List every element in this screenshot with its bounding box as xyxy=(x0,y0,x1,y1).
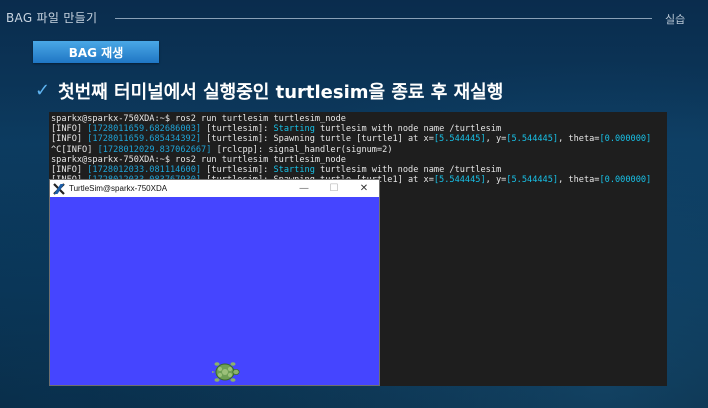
terminal-line: ^C[INFO] [1728012029.837062667] [rclcpp]… xyxy=(51,145,665,155)
terminal-segment: [turtlesim]: xyxy=(201,165,274,176)
turtlesim-titlebar[interactable]: TurtleSim@sparkx-750XDA — ☐ ✕ xyxy=(50,180,379,197)
terminal-line: [INFO] [1728012033.081114600] [turtlesim… xyxy=(51,165,665,175)
maximize-button[interactable]: ☐ xyxy=(319,180,349,197)
terminal-segment: turtlesim with node name /turtlesim xyxy=(314,124,502,135)
terminal-segment: Starting xyxy=(273,165,315,176)
terminal-segment: turtlesim with node name /turtlesim xyxy=(314,165,502,176)
terminal-segment: [1728012029.837062667] xyxy=(97,144,212,155)
terminal-segment: [turtlesim]: Spawning turtle [turtle1] a… xyxy=(201,134,434,145)
terminal-segment: [1728012033.081114600] xyxy=(87,165,202,176)
terminal-segment: ^C[INFO] xyxy=(51,144,98,155)
terminal-segment: [1728011659.685434392] xyxy=(87,134,202,145)
turtle-icon xyxy=(212,362,240,382)
terminal-line: [INFO] [1728011659.682686003] [turtlesim… xyxy=(51,124,665,134)
terminal-segment: [0.000000] xyxy=(599,134,652,145)
slide-heading: ✓ 첫번째 터미널에서 실행중인 turtlesim을 종료 후 재실행 xyxy=(35,79,504,104)
checkmark-icon: ✓ xyxy=(35,80,51,101)
terminal-line: sparkx@sparkx-750XDA:~$ ros2 run turtles… xyxy=(51,114,665,124)
terminal-output: sparkx@sparkx-750XDA:~$ ros2 run turtles… xyxy=(51,114,665,185)
terminal-segment: [5.544445] xyxy=(506,175,559,186)
window-controls: — ☐ ✕ xyxy=(289,180,379,197)
terminal-line: sparkx@sparkx-750XDA:~$ ros2 run turtles… xyxy=(51,155,665,165)
close-button[interactable]: ✕ xyxy=(349,180,379,197)
minimize-button[interactable]: — xyxy=(289,180,319,197)
terminal-segment: [5.544445] xyxy=(506,134,559,145)
terminal-segment: Starting xyxy=(273,124,315,135)
terminal-segment: [1728011659.682686003] xyxy=(87,124,202,135)
heading-text: 첫번째 터미널에서 실행중인 turtlesim을 종료 후 재실행 xyxy=(58,82,504,103)
terminal-segment: , theta= xyxy=(558,134,600,145)
terminal-segment: [turtlesim]: xyxy=(201,124,274,135)
section-label: 실습 xyxy=(665,13,686,26)
terminal-segment: [INFO] xyxy=(51,124,88,135)
terminal-segment: [INFO] xyxy=(51,134,88,145)
document-title: BAG 파일 만들기 xyxy=(6,11,98,25)
terminal-segment: [INFO] xyxy=(51,165,88,176)
terminal-segment: , y= xyxy=(485,175,507,186)
terminal-segment: , y= xyxy=(485,134,507,145)
turtlesim-canvas xyxy=(50,197,379,385)
terminal-line: [INFO] [1728011659.685434392] [turtlesim… xyxy=(51,134,665,144)
terminal-segment: [rclcpp]: signal_handler(signum=2) xyxy=(211,144,393,155)
x-logo-icon xyxy=(53,182,65,195)
terminal-segment: [0.000000] xyxy=(599,175,652,186)
turtlesim-window[interactable]: TurtleSim@sparkx-750XDA — ☐ ✕ xyxy=(49,179,380,386)
section-badge: BAG 재생 xyxy=(33,41,159,63)
terminal-segment: sparkx@sparkx-750XDA:~$ ros2 run turtles… xyxy=(51,154,346,165)
turtlesim-title: TurtleSim@sparkx-750XDA xyxy=(69,184,168,193)
title-divider xyxy=(115,18,652,19)
terminal-segment: sparkx@sparkx-750XDA:~$ ros2 run turtles… xyxy=(51,114,346,124)
terminal-segment: [5.544445] xyxy=(433,175,486,186)
terminal-segment: , theta= xyxy=(558,175,600,186)
terminal-segment: [5.544445] xyxy=(433,134,486,145)
